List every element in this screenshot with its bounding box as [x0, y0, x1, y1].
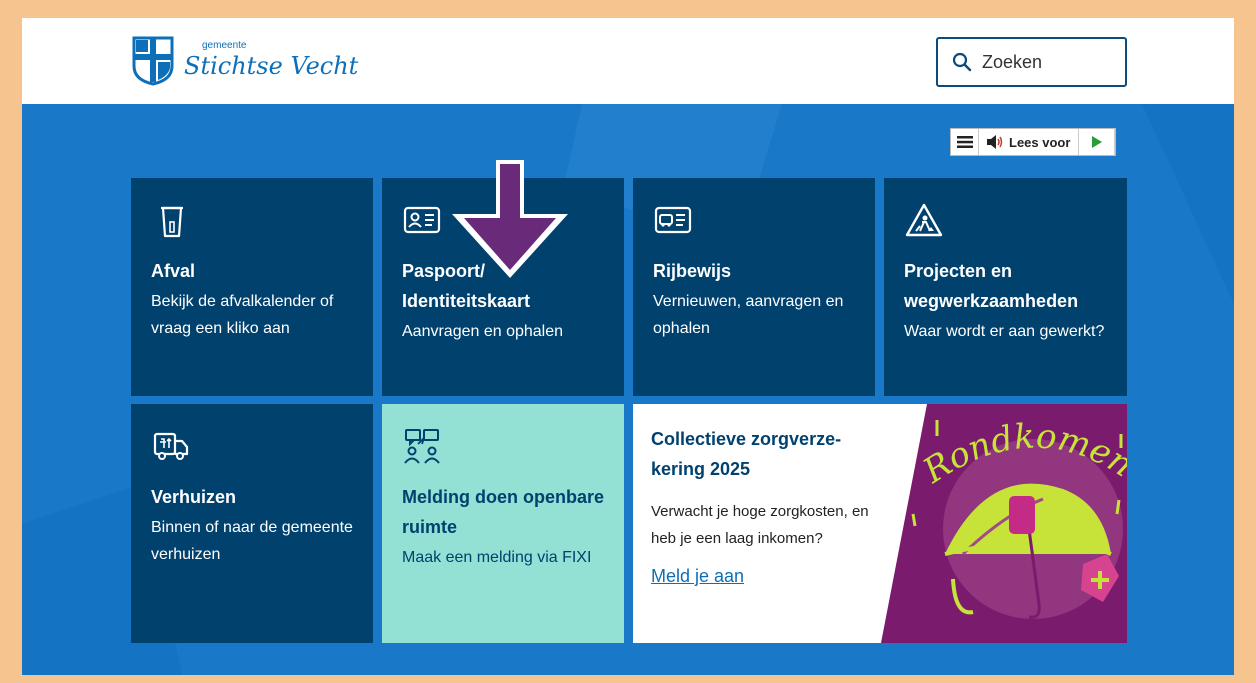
read-aloud-label: Lees voor — [1009, 134, 1071, 150]
tile-verhuizen[interactable]: Verhuizen Binnen of naar de gemeente ver… — [131, 404, 373, 643]
logo-subtitle: gemeente — [202, 40, 247, 51]
tile-title: Melding doen openbare ruimte — [402, 487, 605, 537]
tile-description: Waar wordt er aan gewerkt? — [904, 323, 1105, 340]
search-input[interactable] — [982, 51, 1112, 73]
tile-projecten[interactable]: Projecten en wegwerkzaamheden Waar wordt… — [884, 178, 1127, 396]
read-aloud-bar: Lees voor — [950, 128, 1117, 156]
search-box[interactable] — [936, 37, 1127, 87]
tile-title: Projecten en wegwerkzaamheden — [904, 261, 1079, 311]
speaker-icon — [987, 135, 1003, 149]
promo-card: Rondkomen Collectieve zorgverze-kering 2… — [633, 404, 1127, 643]
tile-description: Bekijk de afvalkalender of vraag een kli… — [151, 293, 334, 337]
read-aloud-button[interactable]: Lees voor — [979, 129, 1080, 155]
promo-title: Collectieve zorgverze-kering 2025 — [651, 429, 842, 479]
tile-description: Binnen of naar de gemeente verhuizen — [151, 519, 353, 563]
site-logo[interactable]: gemeente Stichtse Vecht — [132, 36, 358, 86]
tile-description: Vernieuwen, aanvragen en ophalen — [653, 293, 844, 337]
menu-icon — [956, 136, 973, 148]
tile-melding[interactable]: Melding doen openbare ruimte Maak een me… — [382, 404, 624, 643]
trash-bin-icon — [161, 206, 183, 238]
drivers-license-icon — [654, 206, 692, 234]
tile-title: Afval — [151, 261, 196, 281]
promo-description: Verwacht je hoge zorgkosten, en heb je e… — [651, 503, 869, 547]
tile-rijbewijs[interactable]: Rijbewijs Vernieuwen, aanvragen en ophal… — [633, 178, 875, 396]
play-icon — [1091, 136, 1102, 148]
id-card-icon — [403, 206, 441, 234]
tile-title: Verhuizen — [151, 487, 237, 507]
tile-afval[interactable]: Afval Bekijk de afvalkalender of vraag e… — [131, 178, 373, 396]
arrow-down-icon — [452, 160, 568, 278]
promo-content: Collectieve zorgverze-kering 2025 Verwac… — [651, 424, 881, 587]
play-button[interactable] — [1079, 129, 1116, 155]
tile-description: Aanvragen en ophalen — [402, 323, 564, 340]
tile-description: Maak een melding via FIXI — [402, 549, 592, 566]
site-header: gemeente Stichtse Vecht — [22, 18, 1234, 104]
read-aloud-menu-button[interactable] — [951, 129, 979, 155]
search-icon — [952, 52, 972, 72]
tile-title: Rijbewijs — [653, 261, 732, 281]
page-frame: gemeente Stichtse Vecht Zoeken Lees voor… — [22, 18, 1234, 675]
logo-title: Stichtse Vecht — [184, 52, 359, 80]
report-people-icon — [404, 429, 440, 464]
road-works-icon — [905, 203, 943, 237]
moving-truck-icon — [153, 432, 189, 460]
promo-signup-link[interactable]: Meld je aan — [651, 566, 881, 587]
coat-of-arms-icon — [132, 36, 174, 86]
hero-section: Lees voor Afval Bekijk de afvalkalender … — [22, 104, 1234, 675]
